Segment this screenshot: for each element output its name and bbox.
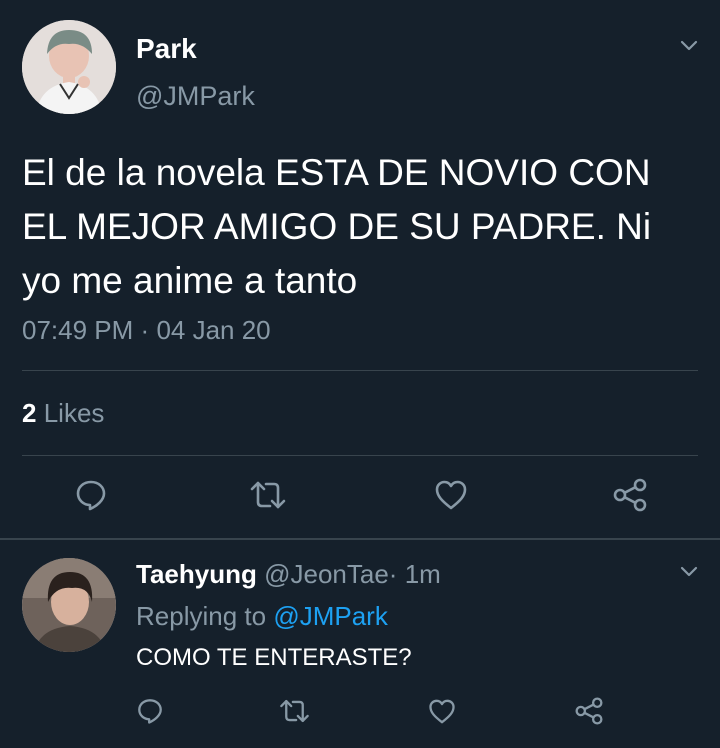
likes-label: Likes [43,398,105,428]
user-handle[interactable]: @JMPark [136,80,255,112]
tweet-text-line: EL MEJOR AMIGO DE SU PADRE. Ni [22,206,652,247]
share-icon[interactable] [574,697,604,725]
reply-icon[interactable] [136,697,164,725]
avatar-image [22,20,116,114]
reply-icon[interactable] [74,478,108,512]
tweet-text-line: El de la novela ESTA DE NOVIO CON [22,152,651,193]
tweet-text: El de la novela ESTA DE NOVIO CON EL MEJ… [22,146,651,308]
tweet-date: 04 Jan 20 [156,315,271,345]
tweet-timestamp[interactable]: 07:49 PM · 04 Jan 20 [22,314,271,346]
share-icon[interactable] [612,478,648,512]
avatar-image [22,558,116,652]
tweet-time: 07:49 PM [22,315,134,345]
divider [22,370,698,371]
reply-text: COMO TE ENTERASTE? [136,644,412,671]
chevron-down-icon[interactable] [679,562,699,582]
replying-to-label: Replying to [136,601,267,631]
chevron-down-icon[interactable] [679,36,699,56]
tweet-text-line: yo me anime a tanto [22,260,358,301]
retweet-icon[interactable] [248,478,288,512]
avatar[interactable] [22,558,116,652]
likes-stat[interactable]: 2 Likes [22,397,104,429]
avatar[interactable] [22,20,116,114]
display-name[interactable]: Taehyung [136,559,257,589]
user-handle[interactable]: @JeonTae [264,559,389,589]
reply-age: 1m [404,559,441,589]
heart-icon[interactable] [428,698,456,725]
section-divider [0,538,720,540]
separator-dot: · [388,559,398,589]
separator-dot: · [140,315,150,345]
replying-to-handle[interactable]: @JMPark [273,601,388,631]
divider [22,455,698,456]
reply-header: Taehyung @JeonTae· 1m [136,558,441,590]
heart-icon[interactable] [434,479,468,511]
replying-to: Replying to @JMPark [136,600,388,632]
likes-count: 2 [22,398,37,428]
retweet-icon[interactable] [278,697,311,725]
display-name[interactable]: Park [136,33,197,65]
